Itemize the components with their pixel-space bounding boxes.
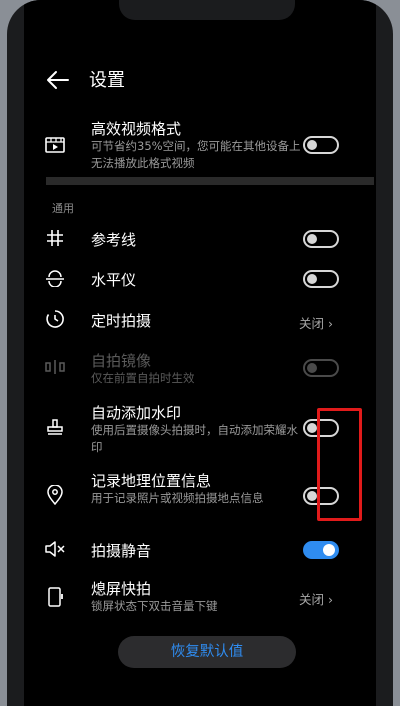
timer-label: 定时拍摄 (91, 312, 152, 330)
mute-icon (44, 538, 66, 560)
level-row[interactable]: 水平仪 (24, 267, 376, 291)
timer-icon (44, 308, 66, 330)
timer-value[interactable]: 关闭 › (299, 313, 333, 332)
restore-defaults-button[interactable]: 恢复默认值 (118, 636, 296, 668)
video-format-icon (44, 134, 66, 156)
hevc-label: 高效视频格式 (91, 120, 182, 138)
highlight-box (317, 408, 362, 521)
chevron-right-icon: › (328, 592, 333, 607)
location-icon (44, 484, 66, 506)
mirror-icon (44, 356, 66, 378)
grid-icon (44, 227, 66, 249)
quick-snap-value[interactable]: 关闭 › (299, 589, 333, 608)
quick-snap-row[interactable]: 熄屏快拍 锁屏状态下双击音量下键 关闭 › (24, 578, 376, 618)
location-desc: 用于记录照片或视频拍摄地点信息 (91, 491, 264, 505)
grid-toggle[interactable] (303, 230, 339, 248)
header: 设置 (24, 62, 376, 98)
mute-toggle[interactable] (303, 541, 339, 559)
mute-row[interactable]: 拍摄静音 (24, 538, 376, 562)
mute-label: 拍摄静音 (91, 542, 152, 560)
phone-frame: 设置 高效视频格式 可节省约35%空间，您可能在其他设备上无法播放此格式视频 通… (7, 0, 393, 706)
chevron-right-icon: › (328, 316, 333, 331)
mirror-label: 自拍镜像 (91, 352, 152, 370)
timer-value-text: 关闭 (299, 316, 325, 331)
grid-row[interactable]: 参考线 (24, 227, 376, 251)
mirror-toggle (303, 359, 339, 377)
quick-snap-value-text: 关闭 (299, 592, 325, 607)
settings-screen: 设置 高效视频格式 可节省约35%空间，您可能在其他设备上无法播放此格式视频 通… (24, 0, 376, 706)
section-label-general: 通用 (52, 202, 74, 215)
page-title: 设置 (89, 70, 125, 91)
level-toggle[interactable] (303, 270, 339, 288)
quick-snap-label: 熄屏快拍 (91, 580, 152, 598)
level-icon (44, 267, 66, 289)
section-divider (46, 177, 374, 185)
location-label: 记录地理位置信息 (91, 472, 212, 490)
hevc-row[interactable]: 高效视频格式 可节省约35%空间，您可能在其他设备上无法播放此格式视频 (24, 118, 376, 170)
mirror-desc: 仅在前置自拍时生效 (91, 371, 195, 385)
grid-label: 参考线 (91, 231, 137, 249)
hevc-toggle[interactable] (303, 136, 339, 154)
back-arrow-icon[interactable] (46, 70, 70, 90)
watermark-label: 自动添加水印 (91, 404, 182, 422)
hevc-desc: 可节省约35%空间，您可能在其他设备上无法播放此格式视频 (91, 139, 301, 170)
quick-snap-desc: 锁屏状态下双击音量下键 (91, 599, 218, 613)
notch (119, 0, 295, 20)
mirror-row: 自拍镜像 仅在前置自拍时生效 (24, 350, 376, 390)
stamp-icon (44, 416, 66, 438)
watermark-desc: 使用后置摄像头拍摄时，自动添加荣耀水印 (91, 423, 298, 454)
level-label: 水平仪 (91, 271, 137, 289)
timer-row[interactable]: 定时拍摄 关闭 › (24, 308, 376, 332)
quick-snap-icon (44, 586, 66, 608)
